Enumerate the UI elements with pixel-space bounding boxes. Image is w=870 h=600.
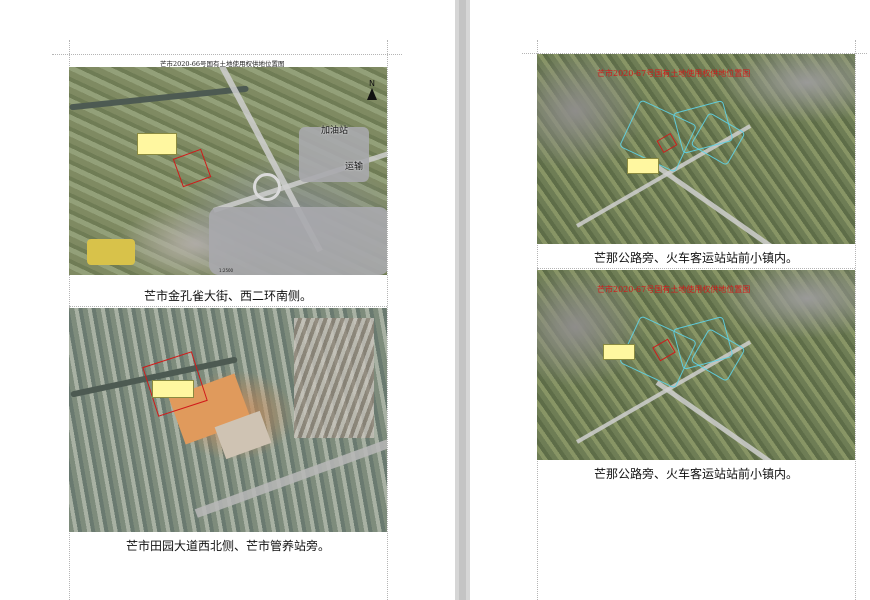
map-scale-label: 1:2500	[219, 268, 234, 273]
stadium-shape	[87, 239, 135, 265]
satellite-map-3[interactable]: 芒市2020-67号国有土地使用权供地位置图	[537, 54, 855, 244]
caption-divider	[69, 306, 387, 307]
north-arrow-icon: N	[365, 79, 379, 100]
parcel-annotation-note	[137, 133, 177, 155]
land-parcel-outline[interactable]	[172, 148, 212, 188]
north-arrow-shape	[367, 88, 377, 100]
document-page-right[interactable]: 芒市2020-67号国有土地使用权供地位置图 芒那公路旁、火车客运站站前小镇内。…	[470, 0, 870, 600]
map-title-red: 芒市2020-67号国有土地使用权供地位置图	[597, 285, 751, 294]
parcel-annotation-note	[603, 344, 635, 360]
map-caption-2: 芒市田园大道西北侧、芒市管养站旁。	[125, 539, 330, 553]
road-shape	[655, 380, 855, 460]
map-place-label: 运输	[345, 162, 364, 172]
road-shape	[655, 164, 855, 244]
satellite-map-2[interactable]	[69, 308, 387, 532]
building-cluster	[209, 207, 387, 275]
north-label: N	[369, 79, 375, 88]
map-caption-4: 芒那公路旁、火车客运站站前小镇内。	[593, 467, 798, 481]
margin-guide-top	[52, 54, 402, 55]
map-title-red: 芒市2020-67号国有土地使用权供地位置图	[597, 69, 751, 78]
satellite-map-4[interactable]: 芒市2020-67号国有土地使用权供地位置图	[537, 270, 855, 460]
river-shape	[69, 85, 249, 111]
satellite-map-1[interactable]: 加油站 运输 N 1:2500	[69, 67, 387, 275]
margin-guide-right	[855, 40, 856, 600]
document-page-left[interactable]: 芒市2020-66号国有土地使用权供地位置图 加油站 运输 N 1:2500 芒…	[0, 0, 455, 600]
caption-divider	[537, 268, 855, 269]
map-caption-1: 芒市金孔雀大街、西二环南侧。	[143, 289, 312, 303]
parcel-annotation-note	[152, 380, 194, 398]
map-caption-3: 芒那公路旁、火车客运站站前小镇内。	[593, 251, 798, 265]
page-gutter	[455, 0, 470, 600]
parcel-annotation-note	[627, 158, 659, 174]
roundabout	[253, 173, 281, 201]
map-place-label: 加油站	[321, 126, 349, 136]
field-rows	[294, 318, 374, 438]
margin-guide-right	[387, 40, 388, 600]
page-gutter-bar	[459, 0, 466, 600]
